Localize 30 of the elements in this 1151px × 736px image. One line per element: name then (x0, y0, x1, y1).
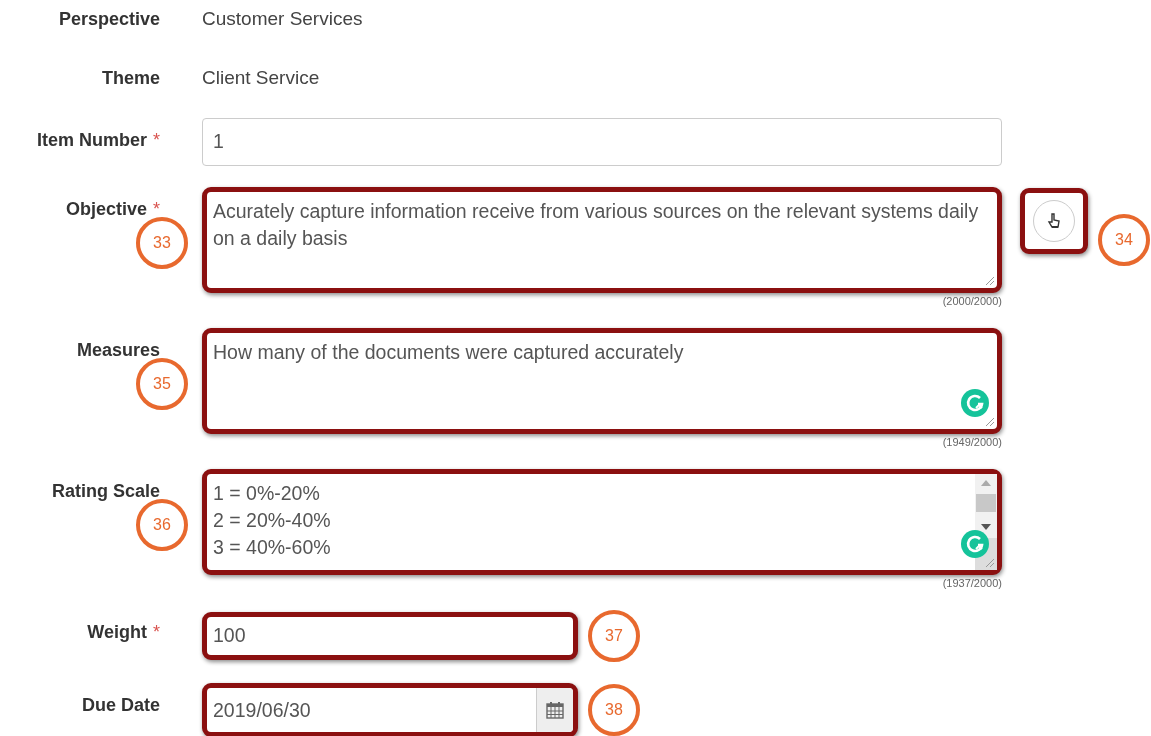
resize-grip-icon[interactable] (985, 276, 995, 286)
step-number-badge: 38 (588, 684, 640, 736)
field-label: Theme (101, 67, 160, 89)
character-counter: (1949/2000) (941, 436, 1002, 448)
field-label: Item Number (36, 130, 147, 152)
text-field[interactable]: 1 (202, 118, 1002, 166)
required-mark: * (153, 622, 160, 644)
text-area[interactable]: Acurately capture information receive from various sources on the relevant systems daily on a daily basis (202, 187, 1002, 293)
date-field[interactable]: 2019/06/30 (202, 683, 578, 736)
field-label: Perspective (58, 8, 160, 30)
step-number-badge: 37 (588, 610, 640, 662)
character-counter: (2000/2000) (941, 295, 1002, 307)
character-counter: (1937/2000) (941, 577, 1002, 589)
step-number-badge: 35 (136, 358, 188, 410)
text-area[interactable]: How many of the documents were captured accurately (202, 328, 1002, 434)
pointer-button[interactable] (1020, 188, 1088, 254)
required-mark: * (153, 130, 160, 152)
text-field[interactable]: 100 (202, 612, 578, 660)
field-label: Weight (87, 622, 147, 644)
field-value: Customer Services (202, 8, 364, 30)
step-number-badge: 36 (136, 499, 188, 551)
resize-grip-icon[interactable] (985, 417, 995, 427)
text-area[interactable]: 1 = 0%-20% 2 = 20%-40% 3 = 40%-60% (202, 469, 1002, 575)
field-value: Client Service (202, 67, 321, 89)
step-number-badge: 34 (1098, 214, 1150, 266)
step-number-badge: 33 (136, 217, 188, 269)
resize-grip-icon[interactable] (985, 558, 995, 568)
calendar-icon[interactable] (546, 701, 564, 719)
hand-pointer-icon (1045, 212, 1063, 230)
field-label: Due Date (81, 695, 160, 717)
